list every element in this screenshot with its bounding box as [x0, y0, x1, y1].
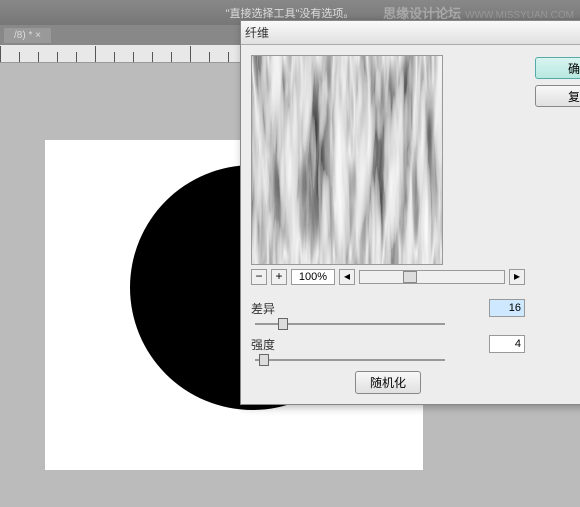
fibers-dialog: 纤维 ✕ − + 100% ◂ ▸: [240, 20, 580, 405]
variance-label: 差异: [251, 300, 281, 317]
reset-button[interactable]: 复位: [535, 85, 580, 107]
fiber-texture: [252, 56, 442, 264]
preview-box: [251, 55, 443, 265]
scroll-right-button[interactable]: ▸: [509, 269, 525, 285]
preview-scrollbar[interactable]: [359, 270, 505, 284]
zoom-controls: − + 100% ◂ ▸: [251, 269, 525, 285]
randomize-button[interactable]: 随机化: [355, 371, 421, 394]
variance-input[interactable]: [489, 299, 525, 317]
zoom-out-button[interactable]: −: [251, 269, 267, 285]
zoom-value: 100%: [291, 269, 335, 285]
options-text: "直接选择工具"没有选项。: [226, 5, 355, 21]
strength-slider[interactable]: [255, 359, 445, 361]
zoom-in-button[interactable]: +: [271, 269, 287, 285]
strength-label: 强度: [251, 336, 281, 353]
dialog-title-text: 纤维: [245, 24, 580, 41]
dialog-titlebar[interactable]: 纤维 ✕: [241, 21, 580, 45]
ok-button[interactable]: 确定: [535, 57, 580, 79]
strength-input[interactable]: [489, 335, 525, 353]
document-tab[interactable]: /8) * ×: [4, 28, 51, 43]
variance-slider[interactable]: [255, 323, 445, 325]
scroll-left-button[interactable]: ◂: [339, 269, 355, 285]
